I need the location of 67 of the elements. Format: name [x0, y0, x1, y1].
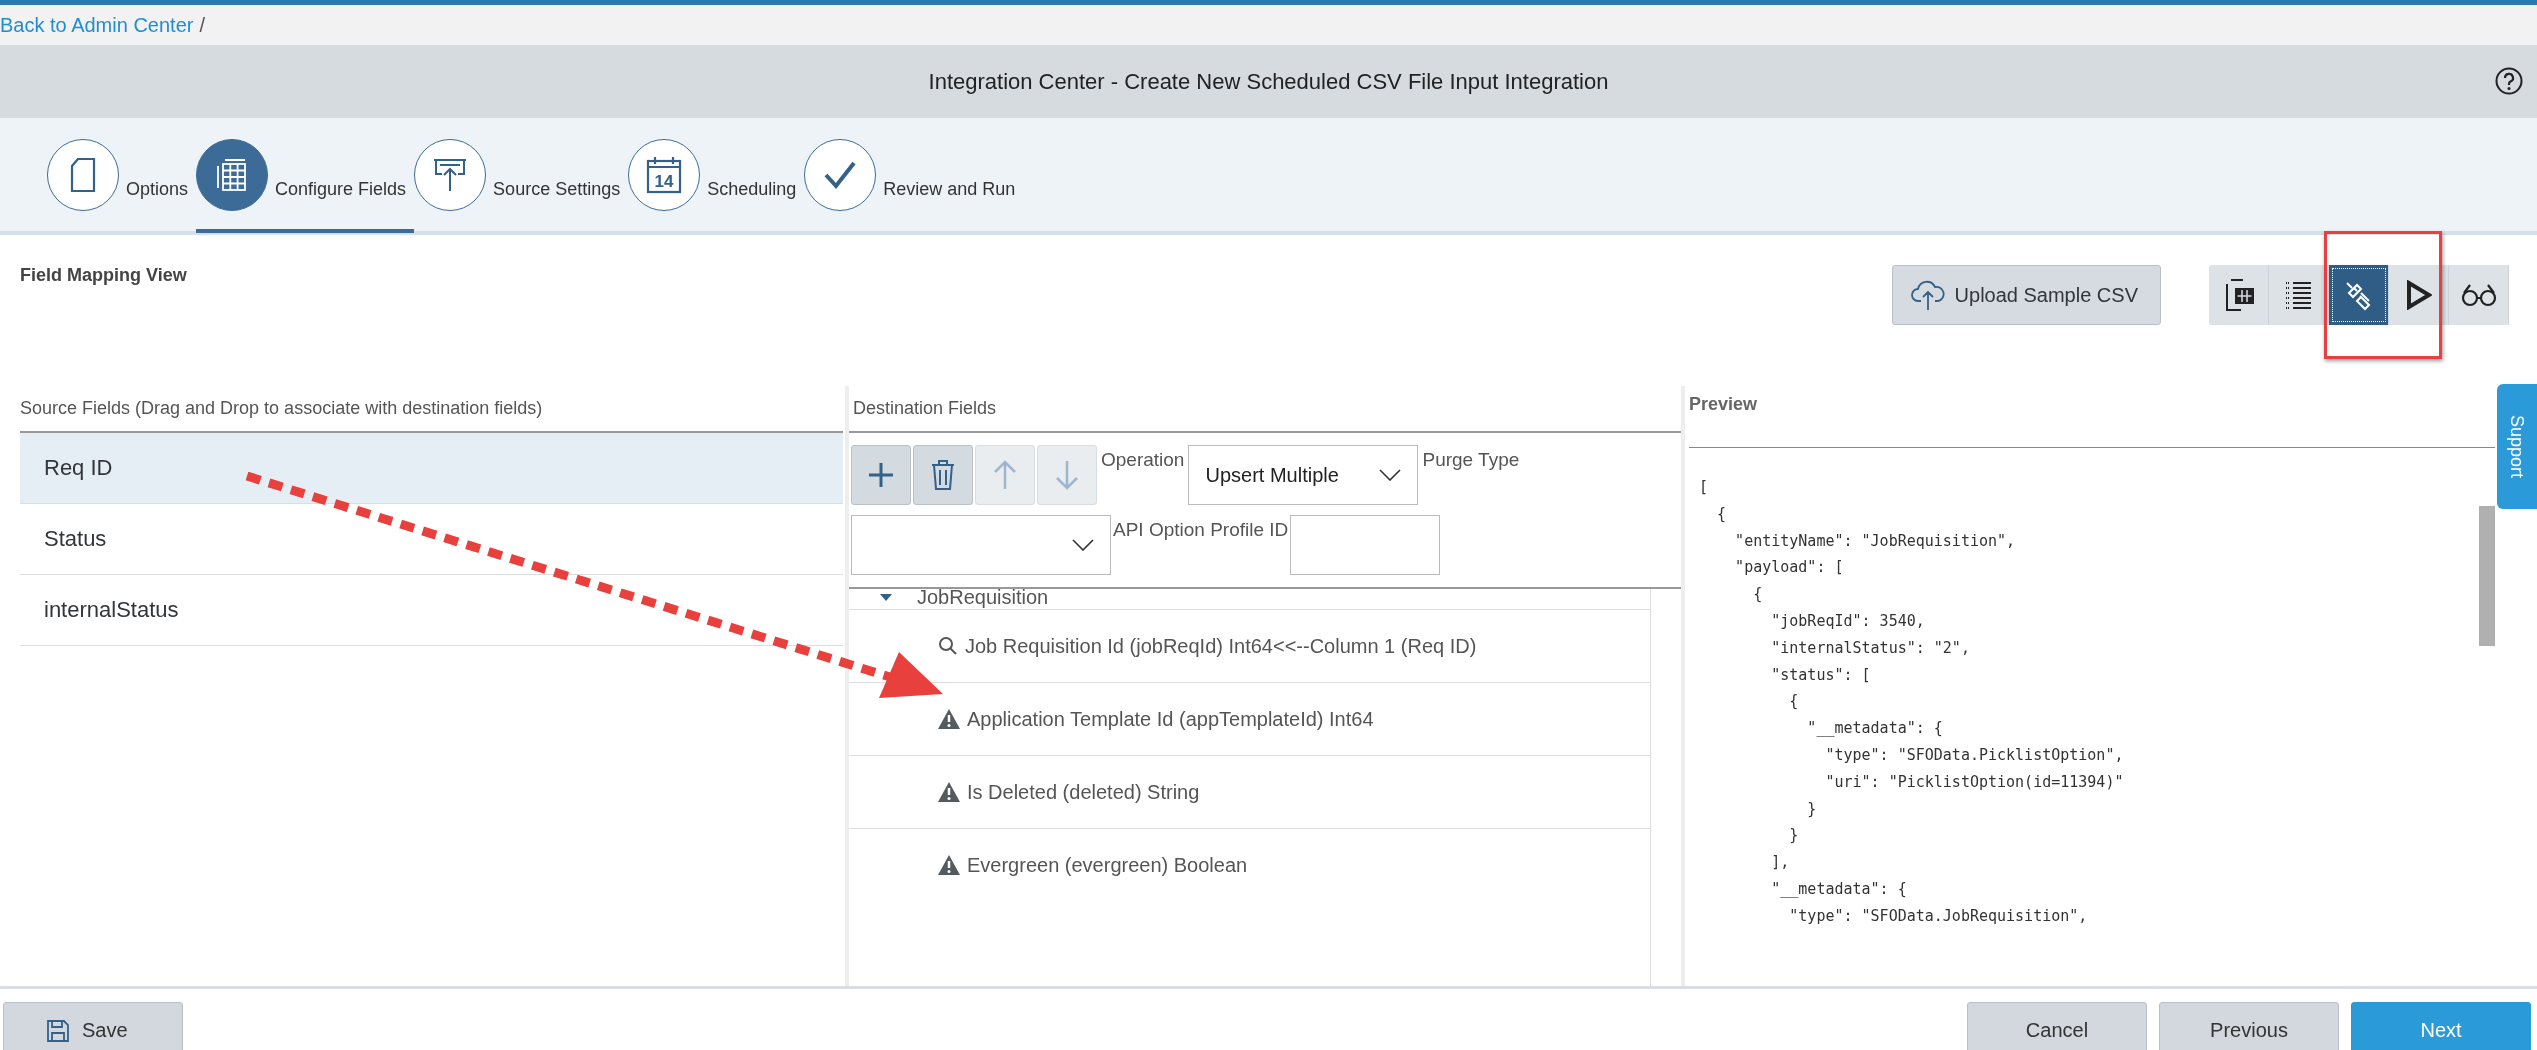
warning-icon — [937, 781, 961, 803]
destination-field[interactable]: Job Requisition Id (jobReqId) Int64<<--Column 1 (Req ID) — [965, 634, 1477, 658]
api-profile-label: API Option Profile ID — [1113, 518, 1289, 541]
chevron-down-icon — [1379, 469, 1402, 481]
check-icon — [823, 159, 858, 190]
source-field-row[interactable]: internalStatus — [20, 575, 843, 646]
code-line: "payload": [ — [1734, 557, 1845, 579]
code-line: } — [1788, 825, 1800, 847]
wizard-step[interactable]: Configure Fields — [196, 120, 415, 233]
wizard-step[interactable]: Options — [47, 120, 197, 233]
floppy-icon — [46, 1018, 70, 1043]
destination-field[interactable]: Evergreen (evergreen) Boolean — [967, 853, 1248, 877]
wizard-step[interactable]: 14 Scheduling — [628, 120, 805, 233]
caret-icon[interactable] — [879, 593, 893, 603]
add-button[interactable] — [851, 445, 911, 505]
wizard-step[interactable]: Review and Run — [804, 120, 1024, 233]
destination-field[interactable]: Application Template Id (appTemplateId) Int64 — [967, 707, 1374, 731]
code-line: "jobReqId": 3540, — [1770, 611, 1926, 632]
chevron-down-icon — [1072, 539, 1094, 551]
source-field-row[interactable]: Status — [20, 504, 843, 575]
breadcrumb-separator: / — [199, 13, 205, 37]
source-field-row[interactable]: Req ID — [20, 433, 843, 504]
column-heading: Preview — [1689, 386, 2495, 448]
code-line: { — [1788, 691, 1800, 713]
tree-node-label[interactable]: JobRequisition — [917, 586, 1049, 609]
purge-type-label: Purge Type — [1422, 448, 1520, 471]
operation-label: Operation — [1101, 448, 1185, 471]
help-icon[interactable] — [2495, 67, 2523, 95]
cancel-button[interactable]: Cancel — [1967, 1001, 2147, 1050]
list-icon — [2283, 280, 2314, 310]
view-toggle-button[interactable] — [2329, 265, 2389, 325]
cloud-upload-icon — [1910, 279, 1945, 311]
warning-icon — [937, 854, 961, 876]
page-title: Integration Center - Create New Scheduled CSV File Input Integration — [928, 68, 1609, 95]
code-line: "internalStatus": "2", — [1770, 637, 1971, 659]
code-line: "__metadata": { — [1806, 718, 1944, 740]
operation-dropdown[interactable]: Upsert Multiple — [1188, 445, 1419, 505]
column-heading: Destination Fields — [849, 386, 1681, 433]
trash-icon — [930, 459, 956, 491]
wizard-step[interactable]: Source Settings — [414, 120, 629, 233]
code-line: } — [1806, 798, 1818, 820]
code-line: ], — [1770, 852, 1791, 874]
code-line: "type": "SFOData.PicklistOption", — [1824, 744, 2125, 766]
document-icon — [70, 157, 96, 192]
destination-field[interactable]: Is Deleted (deleted) String — [967, 780, 1200, 804]
arrow-down-icon — [1055, 460, 1079, 490]
code-line: "uri": "PicklistOption(id=11394)" — [1824, 771, 2125, 793]
scrollbar-thumb[interactable] — [2479, 506, 2495, 646]
plus-icon — [867, 461, 895, 489]
code-line: { — [1716, 503, 1728, 525]
code-line: "entityName": "JobRequisition", — [1734, 530, 2017, 552]
delete-button[interactable] — [913, 445, 973, 505]
arrow-up-icon — [993, 460, 1017, 490]
api-profile-input[interactable] — [1290, 515, 1441, 575]
warning-icon — [937, 708, 961, 730]
code-line: { — [1752, 584, 1764, 606]
view-title: Field Mapping View — [20, 265, 187, 286]
code-line: [ — [1699, 477, 1710, 498]
play-icon — [2405, 280, 2432, 310]
upload-icon — [432, 156, 469, 193]
code-line: "status": [ — [1770, 664, 1872, 686]
previous-button[interactable]: Previous — [2159, 1001, 2339, 1050]
code-line: "__metadata": { — [1770, 878, 1908, 900]
glasses-icon — [2460, 283, 2497, 307]
save-button[interactable]: Save — [3, 1001, 183, 1050]
code-line: "type": "SFOData.JobRequisition", — [1788, 905, 2089, 927]
upload-button[interactable]: Upload Sample CSV — [1891, 265, 2161, 325]
